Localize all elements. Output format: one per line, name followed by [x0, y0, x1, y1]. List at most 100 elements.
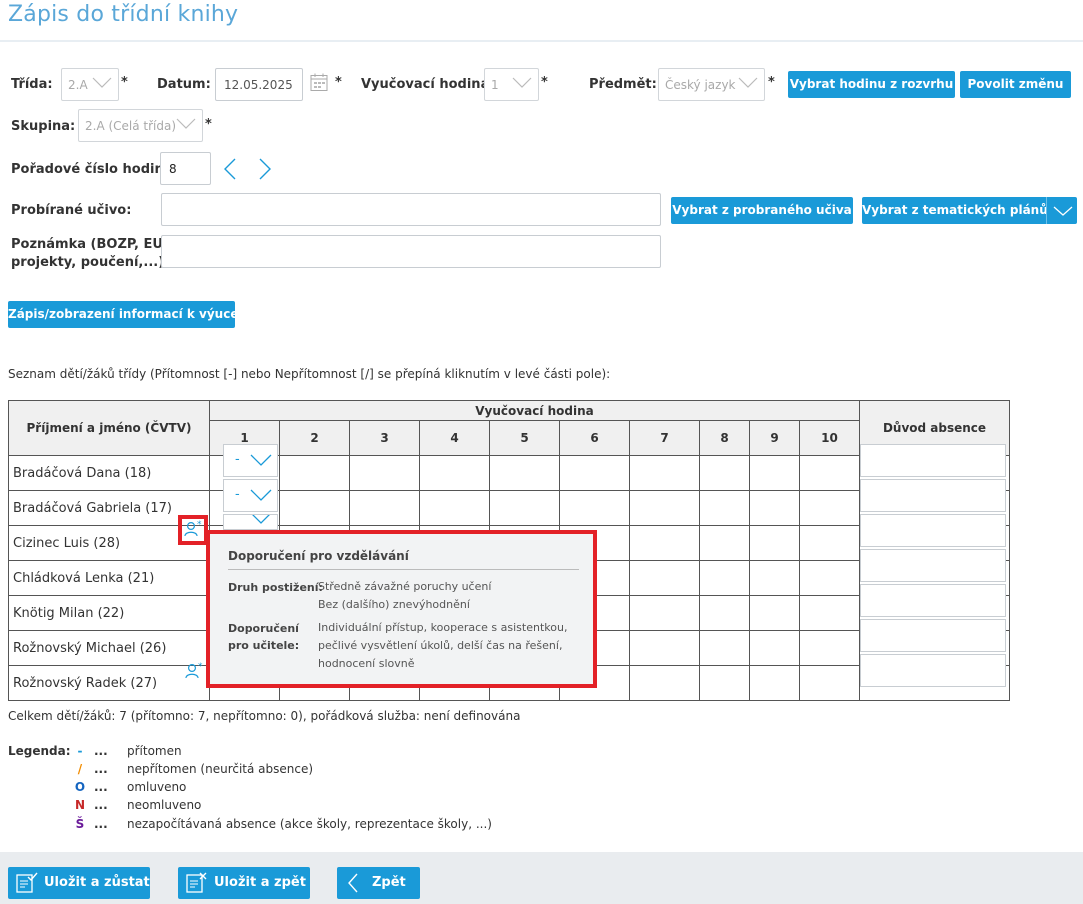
tooltip-doporuceni-label-1: Doporučení [228, 622, 299, 635]
save-back-button[interactable]: Uložit a zpět [178, 867, 310, 899]
absence-reason-input[interactable] [860, 549, 1006, 582]
legend-label: Legenda: [8, 744, 71, 758]
trida-required: * [121, 75, 128, 90]
poznamka-label-line2: projekty, poučení,...): [11, 255, 170, 270]
legend-dots: ... [94, 798, 108, 812]
skupina-required: * [205, 117, 212, 132]
back-button[interactable]: Zpět [337, 867, 420, 899]
tooltip-title: Doporučení pro vzdělávání [228, 549, 409, 563]
hour-header: 3 [349, 420, 420, 456]
trida-value: 2.A [68, 78, 88, 92]
recommendation-tooltip: Doporučení pro vzdělávání Druh postižení… [206, 530, 597, 688]
student-name: Chládková Lenka (21) [8, 560, 210, 596]
hour-header: 6 [559, 420, 630, 456]
datum-label: Datum: [157, 77, 211, 92]
poradove-input[interactable]: 8 [160, 152, 211, 185]
col-name-header: Příjmení a jméno (ČVTV) [8, 400, 210, 456]
poradove-label: Pořadové číslo hodiny: [11, 162, 178, 177]
hour-header: 2 [279, 420, 350, 456]
tooltip-divider [228, 569, 579, 570]
tooltip-doporuceni-value: hodnocení slovně [318, 657, 415, 670]
hodina-label: Vyučovací hodina: [361, 77, 495, 92]
predmet-label: Předmět: [589, 77, 657, 92]
legend-symbol-absent: / [77, 762, 83, 776]
chevron-down-icon [252, 515, 270, 524]
legend-text: neomluveno [127, 798, 202, 812]
hour-header: 7 [629, 420, 700, 456]
predmet-select[interactable]: Český jazyk [658, 68, 765, 101]
student-name: Knötig Milan (22) [8, 595, 210, 631]
vybrat-plany-button[interactable]: Vybrat z tematických plánů [862, 197, 1048, 224]
save-stay-icon [16, 872, 38, 893]
list-intro: Seznam dětí/žáků třídy (Přítomnost [-] n… [8, 367, 611, 381]
absence-reason-input[interactable] [860, 619, 1006, 652]
poznamka-label: Poznámka (BOZP, EU projekty, poučení,...… [11, 236, 169, 272]
attendance-select[interactable]: - [223, 479, 278, 512]
hour-header: 4 [419, 420, 490, 456]
calendar-icon[interactable] [310, 73, 328, 92]
absence-reason-input[interactable] [860, 654, 1006, 687]
col-hours-header: Vyučovací hodina [209, 400, 860, 421]
save-back-icon [186, 872, 207, 893]
trida-label: Třída: [11, 77, 53, 92]
legend-text: nepřítomen (neurčitá absence) [127, 762, 314, 776]
ucivo-label: Probírané učivo: [11, 203, 132, 218]
poznamka-input[interactable] [161, 235, 661, 268]
legend-text: přítomen [127, 744, 182, 758]
tooltip-druh-label: Druh postižení: [228, 581, 323, 594]
povolit-zmenu-button[interactable]: Povolit změnu [960, 71, 1071, 98]
title-divider [0, 40, 1083, 42]
summary-text: Celkem dětí/žáků: 7 (přítomno: 7, nepřít… [8, 709, 521, 723]
legend-text: nezapočítávaná absence (akce školy, repr… [127, 817, 492, 831]
hour-header: 9 [749, 420, 800, 456]
legend-dots: ... [94, 817, 108, 831]
hodina-select[interactable]: 1 [484, 68, 539, 101]
chevron-down-icon [250, 454, 272, 466]
chevron-left-icon [348, 873, 358, 893]
datum-input[interactable]: 12.05.2025 [215, 68, 303, 101]
attendance-select[interactable]: - [223, 444, 278, 477]
chevron-down-icon [250, 489, 272, 501]
tooltip-doporuceni-value: Individuální přístup, kooperace s asiste… [318, 621, 568, 634]
tooltip-doporuceni-value: pečlivé vysvětlení úkolů, delší čas na ř… [318, 639, 563, 652]
vybrat-ucivo-button[interactable]: Vybrat z probraného učiva [671, 197, 853, 224]
save-stay-label: Uložit a zůstat [44, 875, 150, 890]
absence-reason-input[interactable] [860, 514, 1006, 547]
legend-symbol-excused: O [74, 780, 86, 794]
legend-symbol-present: - [77, 744, 83, 758]
chevron-down-icon [176, 118, 196, 129]
absence-reason-input[interactable] [860, 444, 1006, 477]
legend-symbol-uncounted: Š [75, 817, 85, 831]
legend-dots: ... [94, 762, 108, 776]
highlight-marker [178, 515, 208, 545]
hodina-value: 1 [491, 78, 499, 92]
tooltip-druh-value: Středně závažné poruchy učení [318, 580, 492, 593]
person-recommendation-icon[interactable]: * [185, 662, 203, 680]
absence-reason-input[interactable] [860, 584, 1006, 617]
chevron-down-icon [738, 77, 758, 88]
svg-text:*: * [198, 662, 203, 672]
datum-required: * [335, 75, 342, 90]
ucivo-input[interactable] [161, 193, 661, 226]
hour-header: 8 [699, 420, 750, 456]
trida-select[interactable]: 2.A [61, 68, 119, 101]
hour-header: 10 [799, 420, 860, 456]
student-name: Bradáčová Dana (18) [8, 455, 210, 491]
legend-dots: ... [94, 744, 108, 758]
back-label: Zpět [372, 875, 406, 890]
chevron-down-icon [512, 77, 532, 88]
tooltip-doporuceni-label-2: pro učitele: [228, 639, 300, 652]
chevron-left-icon[interactable] [223, 158, 237, 180]
zapis-info-button[interactable]: Zápis/zobrazení informací k výuce [8, 301, 238, 328]
attendance-select[interactable] [223, 514, 278, 530]
save-stay-button[interactable]: Uložit a zůstat [8, 867, 150, 899]
skupina-label: Skupina: [11, 119, 76, 134]
chevron-down-icon [1053, 206, 1073, 216]
student-name: Rožnovský Michael (26) [8, 630, 210, 666]
vybrat-hodinu-button[interactable]: Vybrat hodinu z rozvrhu [788, 71, 955, 98]
skupina-select[interactable]: 2.A (Celá třída) [78, 109, 203, 142]
chevron-right-icon[interactable] [258, 158, 272, 180]
absence-reason-input[interactable] [860, 479, 1006, 512]
attendance-status: - [235, 452, 240, 467]
vybrat-plany-dropdown[interactable] [1046, 197, 1077, 224]
